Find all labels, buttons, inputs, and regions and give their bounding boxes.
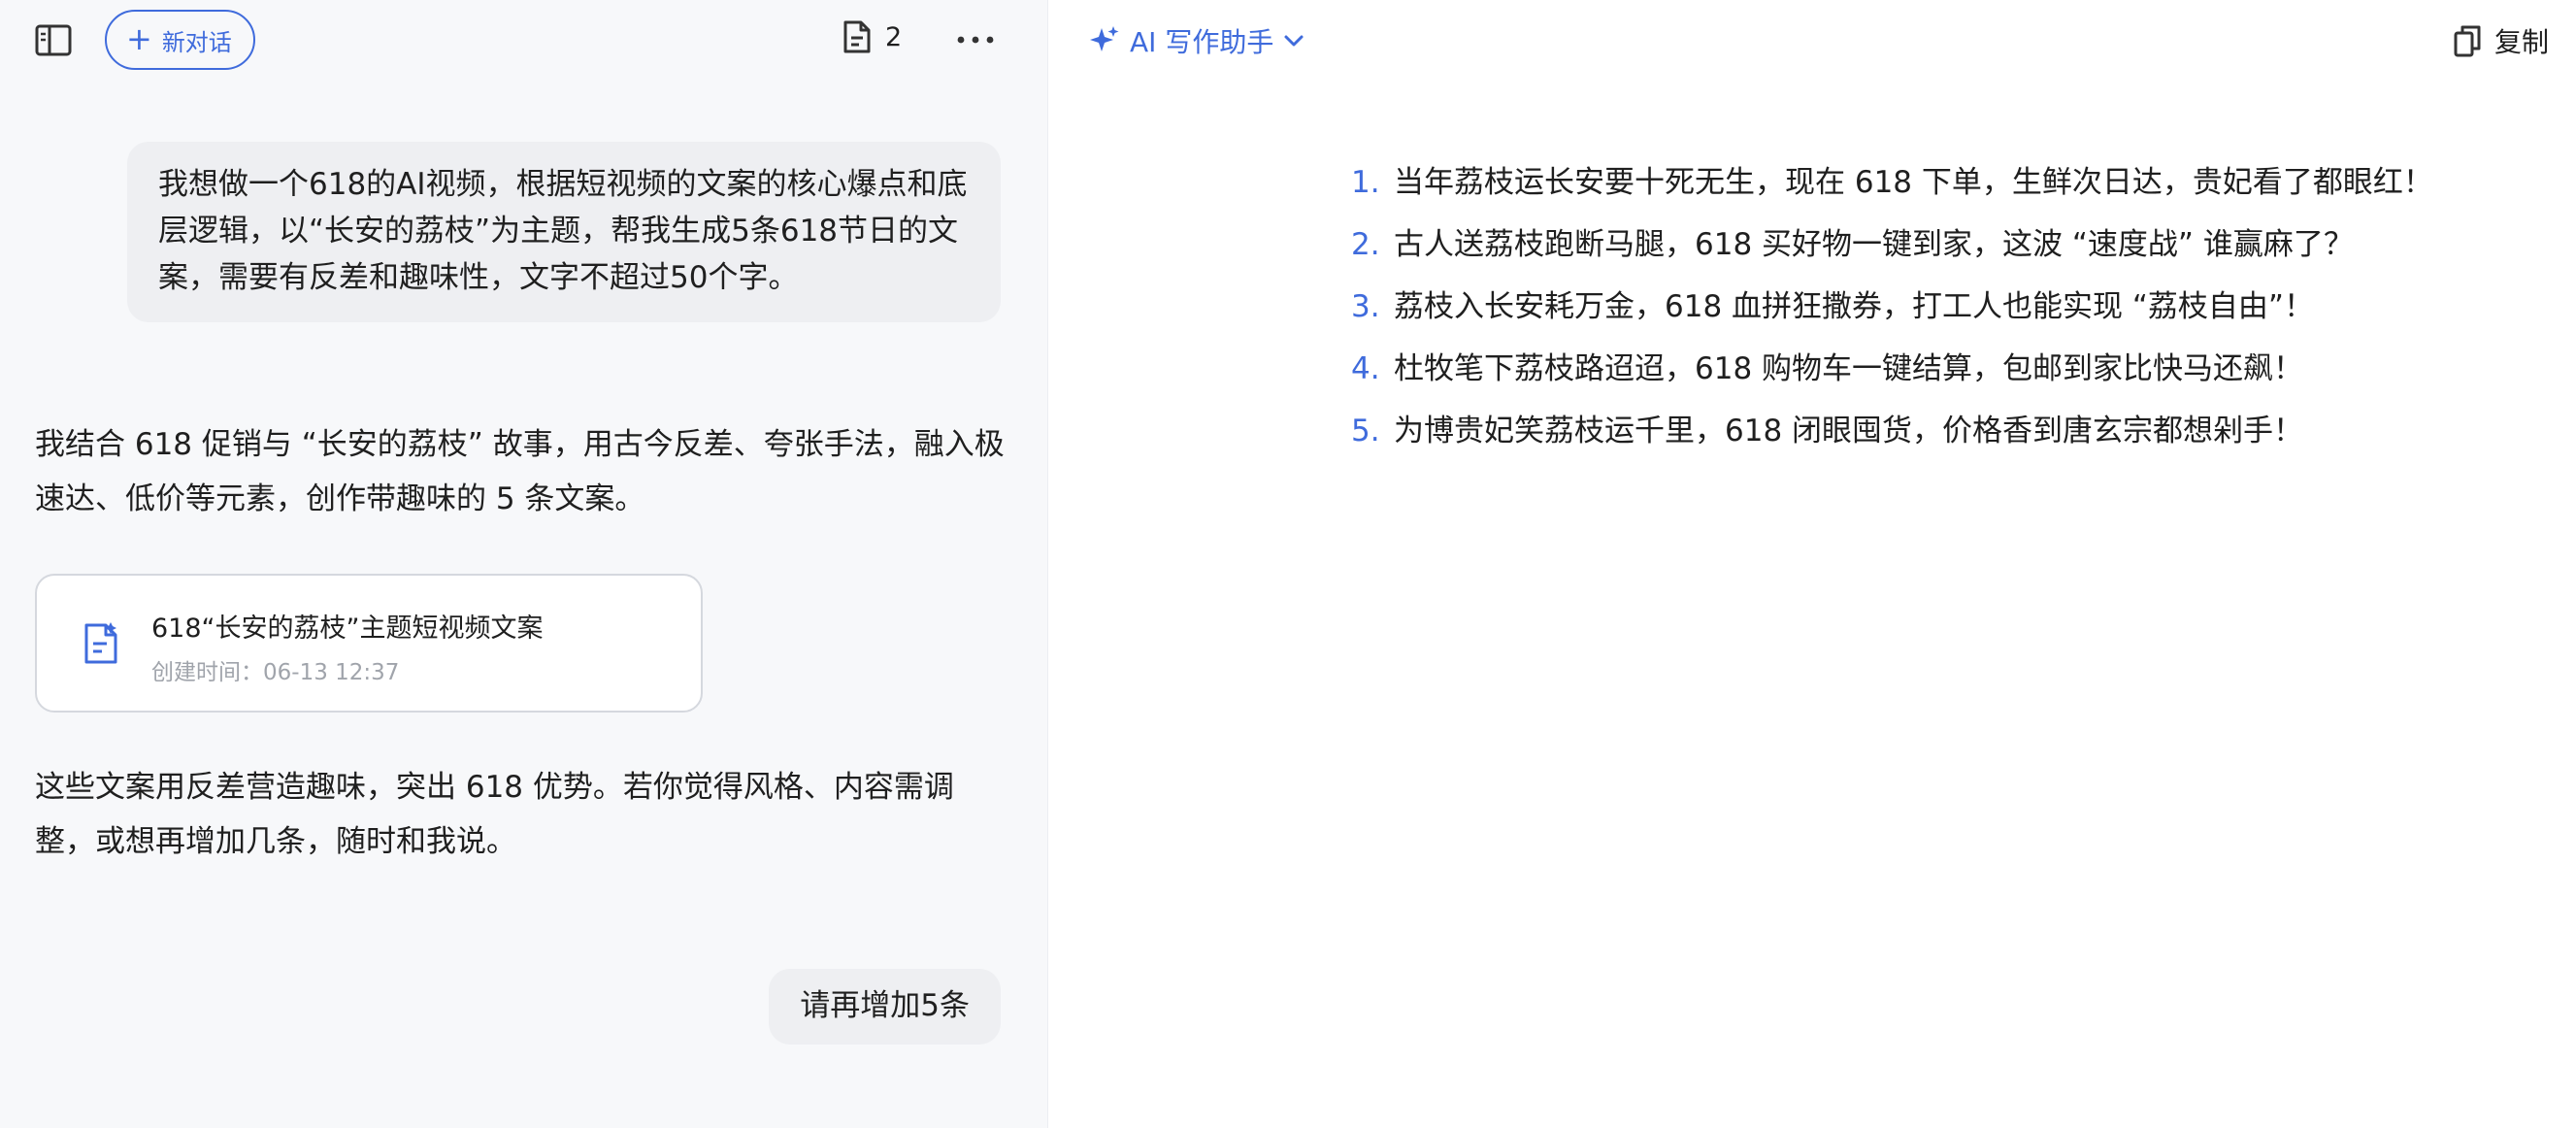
assistant-message: 这些文案用反差营造趣味，突出 618 优势。若你觉得风格、内容需调整，或想再增加… [35,770,954,859]
plus-icon: + [126,19,152,57]
user-message: 我想做一个618的AI视频，根据短视频的文案的核心爆点和底层逻辑，以“长安的荔枝… [127,142,1001,322]
copy-icon [2454,25,2481,57]
document-icon [843,20,871,53]
document-count-button[interactable]: 2 [842,19,902,54]
more-options-button[interactable] [955,19,996,60]
list-item-text: 杜牧笔下荔枝路迢迢，618 购物车一键结算，包邮到家比快马还飙！ [1394,351,2304,386]
list-item: 4. 杜牧笔下荔枝路迢迢，618 购物车一键结算，包邮到家比快马还飙！ [1351,338,2433,400]
list-item-number: 3. [1351,289,1380,324]
list-item-text: 荔枝入长安耗万金，618 血拼狂撒券，打工人也能实现 “荔枝自由”！ [1394,289,2314,324]
document-card-title: 618“长安的荔枝”主题短视频文案 [151,614,544,644]
chat-panel: + 新对话 2 我想做一个618的AI视频，根据短视频的文案的核心爆点和底层逻辑… [0,0,1048,1128]
writer-title: AI 写作助手 [1130,26,1274,58]
list-item: 5. 为博贵妃笑荔枝运千里，618 闭眼囤货，价格香到唐玄宗都想剁手！ [1351,400,2433,462]
assistant-message: 我结合 618 促销与 “长安的荔枝” 故事，用古今反差、夸张手法，融入极速达、… [35,427,1005,516]
list-item-number: 2. [1351,227,1380,262]
more-icon [957,36,994,44]
writer-panel: AI 写作助手 复制 1. 当年荔枝运长安要十死无生，现在 618 下单，生鲜次… [1048,0,2576,1128]
list-item: 2. 古人送荔枝跑断马腿，618 买好物一键到家，这波 “速度战” 谁赢麻了？ [1351,214,2433,276]
document-count: 2 [885,21,903,52]
document-card[interactable]: 618“长安的荔枝”主题短视频文案 创建时间：06-13 12:37 [35,574,703,713]
new-chat-label: 新对话 [161,28,232,56]
copy-label: 复制 [2494,26,2550,58]
sidebar-toggle-button[interactable] [35,24,74,57]
document-edit-icon [84,622,117,664]
list-item-number: 1. [1351,165,1380,200]
user-message: 请再增加5条 [769,969,1001,1045]
list-item-text: 为博贵妃笑荔枝运千里，618 闭眼囤货，价格香到唐玄宗都想剁手！ [1394,414,2304,448]
list-item-number: 4. [1351,351,1380,386]
new-chat-button[interactable]: + 新对话 [105,10,255,70]
list-item: 1. 当年荔枝运长安要十死无生，现在 618 下单，生鲜次日达，贵妃看了都眼红！ [1351,151,2433,214]
copy-button[interactable]: 复制 [2454,21,2549,60]
writer-title-dropdown[interactable]: AI 写作助手 [1089,21,1305,60]
sparkle-icon [1090,26,1119,51]
list-item-number: 5. [1351,414,1380,448]
copywriting-list: 1. 当年荔枝运长安要十死无生，现在 618 下单，生鲜次日达，贵妃看了都眼红！… [1351,151,2433,462]
list-item: 3. 荔枝入长安耗万金，618 血拼狂撒券，打工人也能实现 “荔枝自由”！ [1351,276,2433,338]
list-item-text: 古人送荔枝跑断马腿，618 买好物一键到家，这波 “速度战” 谁赢麻了？ [1394,227,2354,262]
list-item-text: 当年荔枝运长安要十死无生，现在 618 下单，生鲜次日达，贵妃看了都眼红！ [1394,165,2433,200]
sidebar-icon [35,24,72,56]
document-card-time: 创建时间：06-13 12:37 [151,660,400,685]
chevron-down-icon [1284,35,1304,47]
